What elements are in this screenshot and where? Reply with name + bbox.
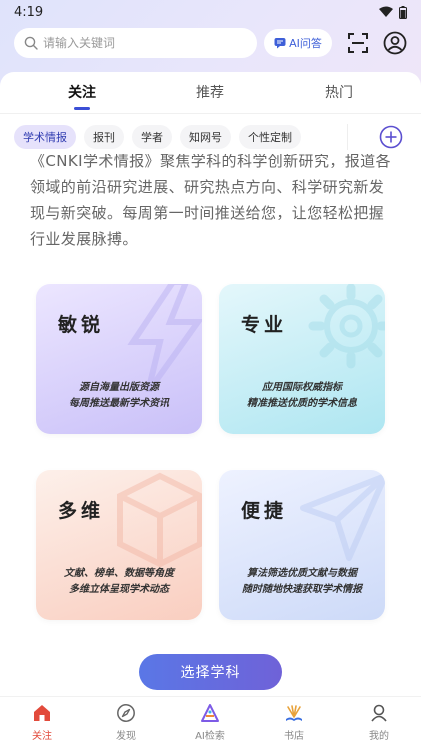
chip-academic-intel[interactable]: 学术情报 xyxy=(14,125,76,149)
card-description: 算法筛选优质文献与数据 随时随地快速获取学术情报 xyxy=(219,566,385,598)
user-profile-icon[interactable] xyxy=(383,31,407,55)
scan-icon[interactable] xyxy=(346,31,370,55)
content-sheet: 关注 推荐 热门 学术情报 报刊 学者 知网号 个性定制 《CNKI学术情报》聚… xyxy=(0,72,421,748)
nav-item-ai-search[interactable]: AI检索 xyxy=(180,703,240,742)
feature-card-convenient: 便捷 算法筛选优质文献与数据 随时随地快速获取学术情报 xyxy=(219,470,385,620)
card-desc-line: 应用国际权威指标 xyxy=(262,382,342,393)
select-subject-button[interactable]: 选择学科 xyxy=(139,654,282,690)
nav-item-follow[interactable]: 关注 xyxy=(12,703,72,742)
card-desc-line: 每周推送最新学术资讯 xyxy=(69,398,169,409)
search-input[interactable] xyxy=(43,36,243,50)
card-description: 源自海量出版资源 每周推送最新学术资讯 xyxy=(36,380,202,412)
chat-bubble-icon xyxy=(274,38,286,49)
add-category-icon[interactable] xyxy=(379,125,403,149)
nav-item-bookstore[interactable]: 书店 xyxy=(264,703,324,742)
compass-icon xyxy=(117,704,135,722)
card-title: 专业 xyxy=(241,314,288,336)
tab-hot[interactable]: 热门 xyxy=(325,82,353,102)
feature-card-professional: 专业 应用国际权威指标 精准推送优质的学术信息 xyxy=(219,284,385,434)
card-desc-line: 随时随地快速获取学术情报 xyxy=(242,584,362,595)
status-bar: 4:19 xyxy=(0,0,421,24)
chip-cnki-account[interactable]: 知网号 xyxy=(180,125,231,149)
chip-periodicals[interactable]: 报刊 xyxy=(84,125,124,149)
card-title: 便捷 xyxy=(241,500,288,522)
gear-icon xyxy=(308,284,385,369)
feature-card-sharp: 敏锐 源自海量出版资源 每周推送最新学术资讯 xyxy=(36,284,202,434)
search-row: AI问答 xyxy=(0,28,421,60)
ai-qa-button[interactable]: AI问答 xyxy=(264,29,332,57)
card-desc-line: 源自海量出版资源 xyxy=(79,382,159,393)
chip-custom[interactable]: 个性定制 xyxy=(239,125,301,149)
bottom-nav: 关注 发现 AI检索 书店 我的 xyxy=(0,696,421,748)
card-desc-line: 算法筛选优质文献与数据 xyxy=(247,568,357,579)
ai-search-icon xyxy=(201,704,219,722)
lightning-icon xyxy=(127,284,202,392)
bookstore-icon xyxy=(286,705,302,721)
nav-label: 发现 xyxy=(116,731,136,742)
intro-text: 《CNKI学术情报》聚焦学科的科学创新研究，报道各领域的前沿研究进展、研究热点方… xyxy=(30,154,391,248)
nav-item-discover[interactable]: 发现 xyxy=(96,703,156,742)
category-chips: 学术情报 报刊 学者 知网号 个性定制 xyxy=(14,125,344,151)
tab-bar: 关注 推荐 热门 xyxy=(0,72,421,114)
chip-divider xyxy=(347,124,348,150)
battery-icon xyxy=(399,5,407,19)
card-title: 多维 xyxy=(58,500,105,522)
chip-scholars[interactable]: 学者 xyxy=(132,125,172,149)
tab-recommend[interactable]: 推荐 xyxy=(196,82,224,102)
search-box[interactable] xyxy=(14,28,257,58)
nav-label: AI检索 xyxy=(195,731,225,742)
card-description: 文献、榜单、数据等角度 多维立体呈现学术动态 xyxy=(36,566,202,598)
cube-icon xyxy=(117,472,202,568)
card-desc-line: 多维立体呈现学术动态 xyxy=(69,584,169,595)
intro-section: 《CNKI学术情报》聚焦学科的科学创新研究，报道各领域的前沿研究进展、研究热点方… xyxy=(30,154,396,258)
profile-icon xyxy=(371,704,387,722)
status-icons xyxy=(379,5,407,19)
nav-label: 书店 xyxy=(284,731,304,742)
nav-item-mine[interactable]: 我的 xyxy=(349,703,409,742)
feature-card-multidimensional: 多维 文献、榜单、数据等角度 多维立体呈现学术动态 xyxy=(36,470,202,620)
status-time: 4:19 xyxy=(14,4,44,20)
tab-active-indicator xyxy=(74,107,90,110)
send-arrow-icon xyxy=(300,473,385,561)
home-icon xyxy=(34,705,50,721)
nav-label: 我的 xyxy=(369,731,389,742)
nav-label: 关注 xyxy=(32,731,52,742)
wifi-icon xyxy=(379,6,393,17)
search-icon xyxy=(24,36,38,50)
card-title: 敏锐 xyxy=(58,314,105,336)
tab-follow[interactable]: 关注 xyxy=(68,82,96,102)
card-desc-line: 精准推送优质的学术信息 xyxy=(247,398,357,409)
card-description: 应用国际权威指标 精准推送优质的学术信息 xyxy=(219,380,385,412)
ai-qa-label: AI问答 xyxy=(289,37,322,50)
card-desc-line: 文献、榜单、数据等角度 xyxy=(64,568,174,579)
